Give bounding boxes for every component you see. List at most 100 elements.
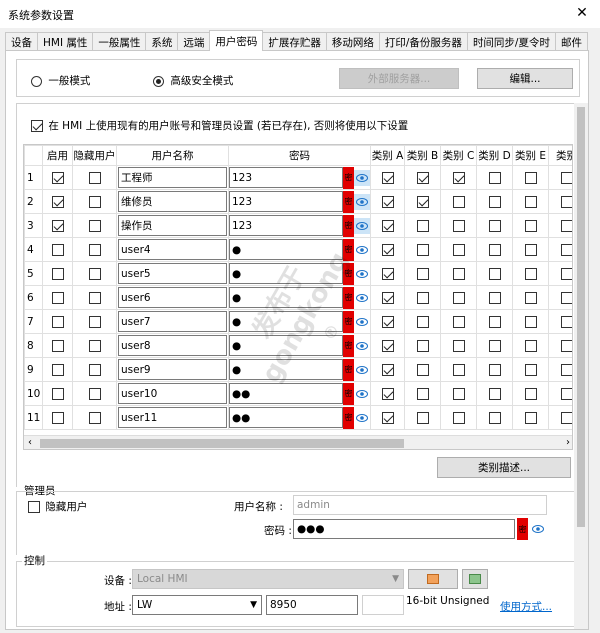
vertical-scrollbar[interactable] bbox=[574, 103, 588, 629]
enabled-checkbox[interactable] bbox=[51, 243, 64, 256]
hidden-checkbox[interactable] bbox=[88, 267, 101, 280]
category-checkbox[interactable] bbox=[524, 243, 537, 256]
category-checkbox[interactable] bbox=[416, 219, 429, 232]
category-checkbox[interactable] bbox=[488, 267, 501, 280]
category-checkbox[interactable] bbox=[560, 243, 572, 256]
password-input[interactable]: 123 bbox=[229, 191, 343, 212]
device-settings-button[interactable] bbox=[408, 569, 458, 589]
password-input[interactable]: ● bbox=[229, 359, 343, 380]
device-select[interactable]: Local HMI ▼ bbox=[132, 569, 404, 589]
category-checkbox[interactable] bbox=[381, 339, 394, 352]
category-checkbox[interactable] bbox=[524, 267, 537, 280]
enabled-checkbox[interactable] bbox=[51, 195, 64, 208]
vertical-scroll-thumb[interactable] bbox=[577, 107, 585, 527]
password-eye-icon[interactable] bbox=[354, 169, 370, 186]
password-eye-icon[interactable] bbox=[354, 242, 370, 258]
hidden-checkbox[interactable] bbox=[88, 219, 101, 232]
category-checkbox[interactable] bbox=[416, 363, 429, 376]
category-checkbox[interactable] bbox=[488, 363, 501, 376]
enabled-checkbox[interactable] bbox=[51, 171, 64, 184]
username-input[interactable]: user4 bbox=[118, 239, 227, 260]
category-checkbox[interactable] bbox=[381, 291, 394, 304]
hidden-checkbox[interactable] bbox=[88, 387, 101, 400]
password-key-icon[interactable]: 密 bbox=[343, 334, 354, 357]
category-checkbox[interactable] bbox=[381, 243, 394, 256]
category-checkbox[interactable] bbox=[381, 363, 394, 376]
category-checkbox[interactable] bbox=[381, 195, 394, 208]
category-checkbox[interactable] bbox=[488, 411, 501, 424]
hidden-checkbox[interactable] bbox=[88, 411, 101, 424]
password-eye-icon[interactable] bbox=[354, 410, 370, 426]
category-checkbox[interactable] bbox=[560, 411, 572, 424]
enabled-checkbox[interactable] bbox=[51, 267, 64, 280]
category-checkbox[interactable] bbox=[381, 411, 394, 424]
category-checkbox[interactable] bbox=[488, 315, 501, 328]
scroll-left-icon[interactable]: ‹ bbox=[28, 437, 32, 448]
radio-general-indicator[interactable] bbox=[31, 75, 42, 87]
username-input[interactable]: 操作员 bbox=[118, 215, 227, 236]
password-input[interactable]: 123 bbox=[229, 215, 343, 236]
horizontal-scrollbar[interactable]: ‹ › bbox=[24, 435, 572, 449]
password-input[interactable]: ● bbox=[229, 263, 343, 284]
tab-6[interactable]: 扩展存贮器 bbox=[262, 32, 327, 51]
category-checkbox[interactable] bbox=[416, 411, 429, 424]
password-input[interactable]: ● bbox=[229, 239, 343, 260]
tab-4[interactable]: 远端 bbox=[177, 32, 211, 51]
password-key-icon[interactable]: 密 bbox=[343, 286, 354, 309]
password-input[interactable]: ●● bbox=[229, 383, 343, 404]
scroll-right-icon[interactable]: › bbox=[566, 437, 570, 448]
category-checkbox[interactable] bbox=[488, 243, 501, 256]
category-checkbox[interactable] bbox=[524, 291, 537, 304]
hidden-checkbox[interactable] bbox=[88, 363, 101, 376]
username-input[interactable]: user9 bbox=[118, 359, 227, 380]
password-input[interactable]: ● bbox=[229, 311, 343, 332]
password-eye-icon[interactable] bbox=[354, 290, 370, 306]
category-checkbox[interactable] bbox=[524, 411, 537, 424]
hidden-checkbox[interactable] bbox=[88, 291, 101, 304]
password-input[interactable]: ●● bbox=[229, 407, 343, 428]
username-input[interactable]: 工程师 bbox=[118, 167, 227, 188]
category-checkbox[interactable] bbox=[560, 291, 572, 304]
category-checkbox[interactable] bbox=[488, 387, 501, 400]
password-key-icon[interactable]: 密 bbox=[343, 358, 354, 381]
category-checkbox[interactable] bbox=[452, 243, 465, 256]
category-checkbox[interactable] bbox=[416, 195, 429, 208]
use-existing-checkbox[interactable]: 在 HMI 上使用现有的用户账号和管理员设置 (若已存在), 否则将使用以下设置 bbox=[31, 118, 408, 133]
admin-hide-check-indicator[interactable] bbox=[28, 501, 40, 513]
password-input[interactable]: ● bbox=[229, 335, 343, 356]
category-checkbox[interactable] bbox=[381, 387, 394, 400]
username-input[interactable]: user8 bbox=[118, 335, 227, 356]
radio-advanced-indicator[interactable] bbox=[153, 75, 164, 87]
admin-password-field[interactable]: ●●● bbox=[293, 519, 515, 539]
category-checkbox[interactable] bbox=[560, 315, 572, 328]
admin-username-field[interactable]: admin bbox=[293, 495, 547, 515]
password-key-icon[interactable]: 密 bbox=[343, 262, 354, 285]
category-checkbox[interactable] bbox=[381, 171, 394, 184]
category-checkbox[interactable] bbox=[452, 171, 465, 184]
hidden-checkbox[interactable] bbox=[88, 243, 101, 256]
category-checkbox[interactable] bbox=[524, 171, 537, 184]
category-checkbox[interactable] bbox=[416, 243, 429, 256]
password-eye-icon[interactable] bbox=[354, 314, 370, 330]
category-checkbox[interactable] bbox=[488, 219, 501, 232]
category-checkbox[interactable] bbox=[381, 315, 394, 328]
external-server-button[interactable]: 外部服务器... bbox=[339, 68, 459, 89]
password-eye-icon[interactable] bbox=[354, 217, 370, 234]
general-mode-radio[interactable]: 一般模式 bbox=[31, 73, 90, 88]
category-checkbox[interactable] bbox=[560, 171, 572, 184]
usage-link[interactable]: 使用方式... bbox=[500, 599, 552, 614]
category-checkbox[interactable] bbox=[560, 387, 572, 400]
category-checkbox[interactable] bbox=[560, 363, 572, 376]
category-checkbox[interactable] bbox=[524, 363, 537, 376]
username-input[interactable]: 维修员 bbox=[118, 191, 227, 212]
password-input[interactable]: ● bbox=[229, 287, 343, 308]
tab-0[interactable]: 设备 bbox=[5, 32, 38, 51]
enabled-checkbox[interactable] bbox=[51, 411, 64, 424]
category-checkbox[interactable] bbox=[452, 315, 465, 328]
category-checkbox[interactable] bbox=[452, 411, 465, 424]
category-checkbox[interactable] bbox=[488, 339, 501, 352]
tab-8[interactable]: 打印/备份服务器 bbox=[378, 32, 468, 51]
enabled-checkbox[interactable] bbox=[51, 387, 64, 400]
close-icon[interactable]: ✕ bbox=[572, 3, 592, 23]
password-eye-icon[interactable] bbox=[354, 362, 370, 378]
